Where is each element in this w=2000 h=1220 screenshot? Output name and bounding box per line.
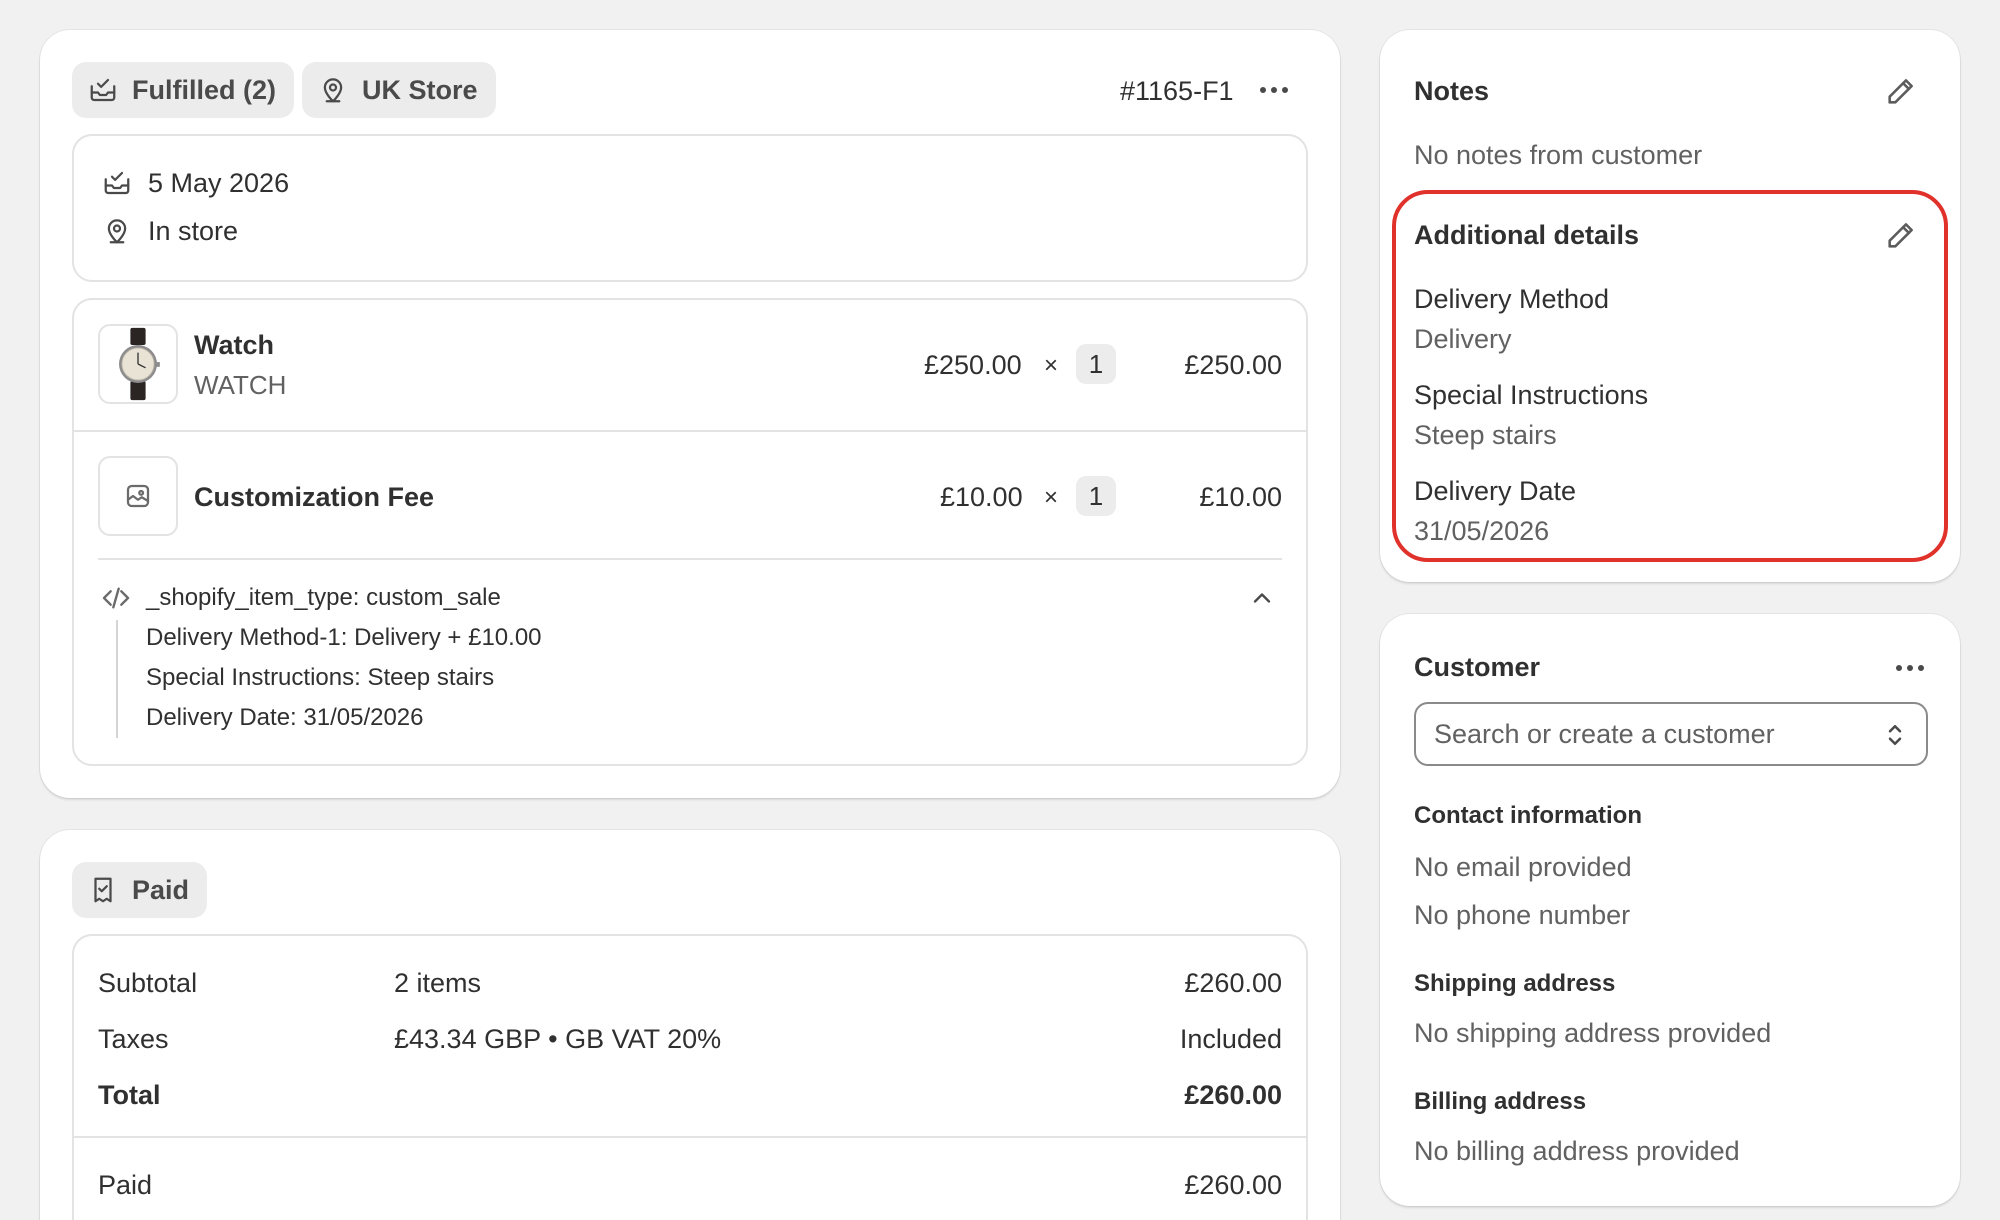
fulfillment-card: Fulfilled (2) UK Store #1165-F1 5 May 20… (40, 30, 1340, 798)
property-delivery-date: Delivery Date: 31/05/2026 (146, 704, 424, 731)
customer-title: Customer (1414, 652, 1541, 682)
select-chevrons-icon (1888, 725, 1902, 745)
watch-thumbnail[interactable] (98, 324, 178, 404)
property-special-instructions: Special Instructions: Steep stairs (146, 664, 495, 691)
collapse-chevron-icon[interactable] (1248, 584, 1276, 612)
watch-name[interactable]: Watch (194, 330, 274, 361)
code-icon (102, 587, 130, 609)
watch-total: £250.00 (1184, 350, 1282, 380)
customization-fee-name: Customization Fee (194, 482, 435, 512)
special-instructions-value: Steep stairs (1414, 420, 1557, 450)
delivery-date-label: Delivery Date (1414, 476, 1577, 506)
billing-address-title: Billing address (1414, 1088, 1587, 1115)
delivery-method-value: Delivery (1414, 324, 1512, 354)
fulfillment-order-id: #1165-F1 (1120, 76, 1234, 106)
location-pin-icon (323, 78, 343, 103)
line-item-divider (74, 430, 1306, 432)
taxes-detail[interactable]: £43.34 GBP • GB VAT 20% (394, 1024, 721, 1055)
payment-summary-box: Subtotal 2 items £260.00 Taxes £43.34 GB… (72, 934, 1308, 1220)
location-label: UK Store (362, 74, 478, 105)
notes-text: No notes from customer (1414, 140, 1703, 170)
receipt-check-icon (94, 877, 112, 903)
location-pin-icon (107, 219, 127, 244)
notes-card: Notes No notes from customer Additional … (1380, 30, 1960, 582)
fulfillment-date: 5 May 2026 (148, 168, 290, 198)
fulfilled-icon (90, 78, 116, 102)
taxes-value: Included (1179, 1024, 1282, 1054)
fulfilled-status-label: Fulfilled (2) (132, 74, 276, 105)
watch-sku: WATCH (194, 370, 287, 400)
image-placeholder-icon (126, 484, 150, 508)
contact-information-title: Contact information (1414, 802, 1642, 829)
item-type-property: _shopify_item_type: custom_sale (146, 584, 501, 611)
customization-fee-total: £10.00 (1199, 482, 1282, 512)
shipping-address-title: Shipping address (1414, 970, 1616, 997)
additional-details-title: Additional details (1414, 220, 1640, 250)
subtotal-detail: 2 items (394, 968, 482, 998)
paid-value: £260.00 (1184, 1170, 1282, 1200)
customer-search-placeholder: Search or create a customer (1434, 718, 1775, 749)
watch-image (119, 327, 160, 401)
customization-fee-quantity: 1 (1076, 476, 1116, 516)
properties-guide-line (116, 620, 118, 738)
watch-quantity: 1 (1076, 344, 1116, 384)
properties-divider (98, 558, 1282, 560)
total-value: £260.00 (1184, 1080, 1282, 1110)
taxes-label: Taxes (98, 1024, 169, 1054)
edit-additional-details-pencil-icon[interactable] (1884, 218, 1918, 252)
paid-label: Paid (98, 1170, 153, 1200)
customization-fee-unit-price: £10.00 (940, 482, 1023, 512)
delivery-date-value: 31/05/2026 (1414, 516, 1550, 546)
fulfillment-info-box: 5 May 2026 In store (72, 134, 1308, 282)
fulfillment-method: In store (148, 216, 239, 246)
fulfilled-status-badge: Fulfilled (2) (72, 62, 294, 118)
customer-card: Customer Search or create a customer Con… (1380, 614, 1960, 1206)
paid-status-badge: Paid (72, 862, 208, 918)
watch-unit-price: £250.00 (924, 350, 1022, 380)
location-badge: UK Store (302, 62, 496, 118)
edit-notes-pencil-icon[interactable] (1884, 74, 1918, 108)
total-label: Total (98, 1080, 161, 1110)
payment-card: Paid Subtotal 2 items £260.00 Taxes £43.… (40, 830, 1340, 1220)
property-delivery-method: Delivery Method-1: Delivery + £10.00 (146, 624, 542, 651)
special-instructions-label: Special Instructions (1414, 380, 1649, 410)
delivery-method-label: Delivery Method (1414, 284, 1610, 314)
notes-title: Notes (1414, 76, 1490, 106)
customer-search-select[interactable]: Search or create a customer (1414, 702, 1928, 766)
line-items-box: Watch WATCH £250.00 × 1 £250.00 Customiz… (72, 298, 1308, 766)
subtotal-label: Subtotal (98, 968, 198, 998)
payment-divider (74, 1136, 1306, 1138)
watch-times-sign: × (1044, 352, 1059, 379)
subtotal-value: £260.00 (1184, 968, 1282, 998)
customer-phone: No phone number (1414, 900, 1631, 930)
fulfilled-icon (104, 171, 130, 195)
customization-thumbnail (98, 456, 178, 536)
customer-email: No email provided (1414, 852, 1632, 882)
shipping-address-text: No shipping address provided (1414, 1018, 1772, 1048)
customization-fee-times-sign: × (1044, 484, 1059, 511)
billing-address-text: No billing address provided (1414, 1136, 1740, 1166)
fulfillment-more-actions-button[interactable] (1260, 87, 1288, 93)
customer-more-actions-button[interactable] (1896, 665, 1924, 671)
paid-status-label: Paid (132, 874, 190, 905)
